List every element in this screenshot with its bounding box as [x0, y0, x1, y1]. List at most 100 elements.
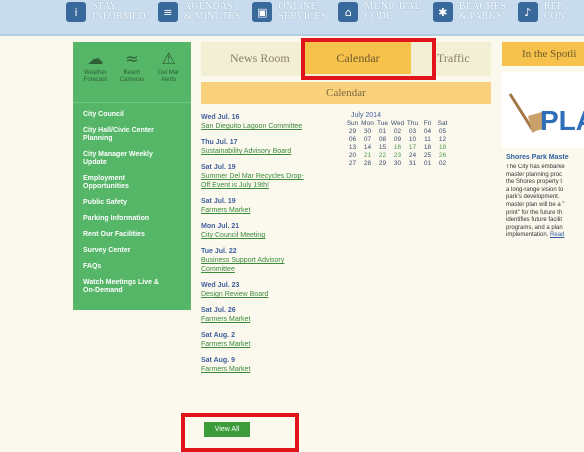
calendar-day[interactable]: 03: [405, 128, 420, 136]
sidebar-icon-label: Del Mar Alerts: [158, 70, 180, 83]
calendar-day[interactable]: 30: [390, 160, 405, 168]
spotlight-body: The City has embarke master planning pro…: [506, 164, 565, 239]
calendar-day[interactable]: 15: [375, 144, 390, 152]
calendar-tab-highlight: [301, 38, 436, 80]
calendar-day[interactable]: 21: [360, 152, 375, 160]
list-item: Sat Jul. 19 Summer Del Mar Recycles Drop…: [201, 164, 341, 190]
read-more-link[interactable]: Read: [550, 232, 564, 238]
calendar-day[interactable]: 02: [390, 128, 405, 136]
event-link[interactable]: San Dieguito Lagoon Committee: [201, 122, 341, 131]
day-header: Thu: [406, 120, 419, 127]
sidebar-item-parking[interactable]: Parking Information: [83, 215, 191, 223]
event-date: Wed Jul. 16: [201, 114, 240, 121]
sidebar: ☁ Weather Forecast ≈ Beach Cameras ⚠ Del…: [73, 42, 191, 310]
event-link[interactable]: Summer Del Mar Recycles Drop- Off Event …: [201, 172, 341, 190]
event-date: Sat Jul. 19: [201, 164, 236, 171]
spotlight-text: The City has embarke master planning pro…: [506, 164, 584, 240]
calendar-day[interactable]: 20: [345, 152, 360, 160]
sidebar-item-public-safety[interactable]: Public Safety: [83, 199, 191, 207]
sidebar-item-city-council[interactable]: City Council: [83, 111, 191, 119]
top-nav-item-online-services[interactable]: ▣ ONLINE SERVICES: [252, 0, 326, 22]
calendar-day[interactable]: 02: [435, 160, 450, 168]
weather-forecast-link[interactable]: ☁ Weather Forecast: [77, 50, 113, 102]
list-item: Sat Jul. 26 Farmers Market: [201, 307, 341, 324]
mini-calendar-days: Sun Mon Tue Wed Thu Fri Sat: [345, 120, 450, 128]
event-link[interactable]: Design Review Board: [201, 290, 341, 299]
calendar-day[interactable]: 31: [405, 160, 420, 168]
calendar-day[interactable]: 10: [405, 136, 420, 144]
sidebar-item-survey[interactable]: Survey Center: [83, 247, 191, 255]
top-nav-label: AGENDAS & MINUTES: [183, 1, 241, 22]
calendar-day[interactable]: 07: [360, 136, 375, 144]
sidebar-item-city-manager[interactable]: City Manager Weekly Update: [83, 151, 191, 167]
calendar-day[interactable]: 16: [390, 144, 405, 152]
calendar-day[interactable]: 26: [435, 152, 450, 160]
alert-icon: ⚠: [161, 49, 176, 68]
event-link[interactable]: Business Support Advisory Committee: [201, 256, 341, 274]
list-item: Wed Jul. 23 Design Review Board: [201, 282, 341, 299]
sidebar-item-employment[interactable]: Employment Opportunities: [83, 175, 191, 191]
calendar-day[interactable]: 28: [360, 160, 375, 168]
top-nav-item-municipal-code[interactable]: ⌂ MUNICIPAL CODE: [338, 0, 421, 22]
calendar-day[interactable]: 30: [360, 128, 375, 136]
top-nav-item-stay-informed[interactable]: i STAY INFORMED: [66, 0, 146, 22]
top-nav-item-report[interactable]: ♪ REP CON: [517, 0, 566, 22]
top-nav-item-beaches-parks[interactable]: ✱ BEACHES & PARKS: [432, 0, 506, 22]
sidebar-links: City Council City Hall/Civic Center Plan…: [73, 103, 191, 295]
event-link[interactable]: Sustainability Advisory Board: [201, 147, 341, 156]
calendar-day[interactable]: 18: [420, 144, 435, 152]
spotlight-title[interactable]: Shores Park Maste: [506, 154, 584, 161]
event-link[interactable]: Farmers Market: [201, 206, 341, 215]
sidebar-icon-label: Weather Forecast: [83, 70, 107, 83]
event-date: Mon Jul. 21: [201, 223, 240, 230]
event-link[interactable]: Farmers Market: [201, 340, 341, 349]
spotlight-image-text: PLA: [540, 105, 584, 136]
day-header: Sun: [346, 120, 359, 127]
calendar-day[interactable]: 12: [435, 136, 450, 144]
event-date: Sat Jul. 26: [201, 307, 236, 314]
sidebar-item-faqs[interactable]: FAQs: [83, 263, 191, 271]
mini-calendar-week: 27 28 29 30 31 01 02: [345, 160, 450, 168]
calendar-day[interactable]: 23: [390, 152, 405, 160]
calendar-day[interactable]: 19: [435, 144, 450, 152]
calendar-day[interactable]: 24: [405, 152, 420, 160]
calendar-day[interactable]: 22: [375, 152, 390, 160]
top-nav-item-agendas[interactable]: ≡ AGENDAS & MINUTES: [157, 0, 241, 22]
view-all-highlight: [181, 413, 299, 452]
spotlight-image[interactable]: PLA: [502, 72, 584, 148]
calendar-day[interactable]: 04: [420, 128, 435, 136]
sidebar-item-city-hall[interactable]: City Hall/Civic Center Planning: [83, 127, 191, 143]
event-link[interactable]: City Council Meeting: [201, 231, 341, 240]
event-link[interactable]: Farmers Market: [201, 365, 341, 374]
calendar-day[interactable]: 29: [375, 160, 390, 168]
calendar-day[interactable]: 01: [375, 128, 390, 136]
tab-traffic[interactable]: Traffic: [437, 51, 470, 66]
del-mar-alerts-link[interactable]: ⚠ Del Mar Alerts: [151, 50, 187, 102]
sidebar-item-rent-facilities[interactable]: Rent Our Facilities: [83, 231, 191, 239]
calendar-day[interactable]: 17: [405, 144, 420, 152]
calendar-day[interactable]: 29: [345, 128, 360, 136]
day-header: Tue: [377, 120, 388, 127]
mini-calendar-week: 29 30 01 02 03 04 05: [345, 128, 450, 136]
list-item: Tue Jul. 22 Business Support Advisory Co…: [201, 248, 341, 274]
calendar-day[interactable]: 06: [345, 136, 360, 144]
calendar-day[interactable]: 25: [420, 152, 435, 160]
beach-cameras-link[interactable]: ≈ Beach Cameras: [114, 50, 150, 102]
day-header: Sat: [437, 120, 448, 127]
calendar-day[interactable]: 14: [360, 144, 375, 152]
mini-calendar: July 2014 Sun Mon Tue Wed Thu Fri Sat 29…: [345, 112, 495, 168]
top-nav: i STAY INFORMED ≡ AGENDAS & MINUTES ▣ ON…: [66, 0, 578, 34]
calendar-day[interactable]: 05: [435, 128, 450, 136]
calendar-day[interactable]: 27: [345, 160, 360, 168]
sidebar-item-watch-meetings[interactable]: Watch Meetings Live & On-Demand: [83, 279, 191, 295]
calendar-day[interactable]: 01: [420, 160, 435, 168]
calendar-day[interactable]: 08: [375, 136, 390, 144]
calendar-day[interactable]: 13: [345, 144, 360, 152]
mini-calendar-week: 06 07 08 09 10 11 12: [345, 136, 450, 144]
calendar-day[interactable]: 09: [390, 136, 405, 144]
event-link[interactable]: Farmers Market: [201, 315, 341, 324]
tab-news-room[interactable]: News Room: [230, 51, 290, 66]
online-icon: ▣: [252, 2, 273, 22]
calendar-day[interactable]: 11: [420, 136, 435, 144]
events-list: Wed Jul. 16 San Dieguito Lagoon Committe…: [201, 114, 341, 382]
